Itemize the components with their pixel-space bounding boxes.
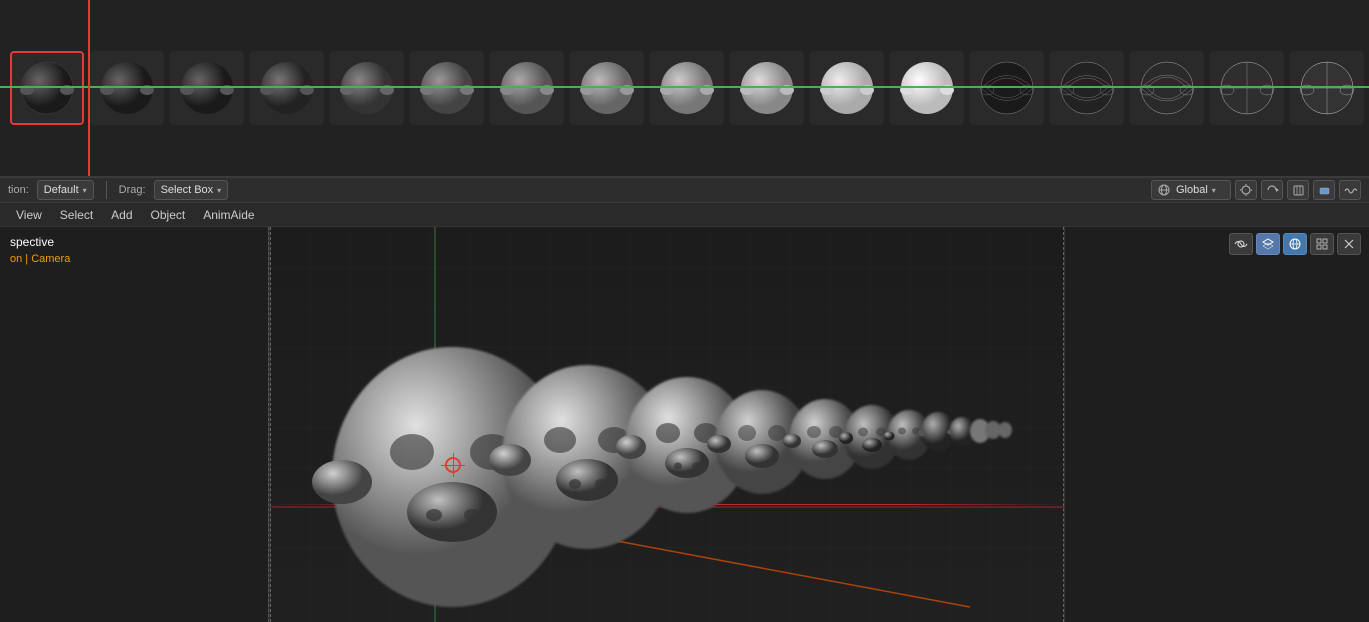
close-icon-btn[interactable] (1337, 233, 1361, 255)
checkbox-icon-btn[interactable] (1313, 180, 1335, 200)
rotate-icon-btn[interactable] (1261, 180, 1283, 200)
grid-icon (1315, 237, 1329, 251)
thumb-6[interactable] (410, 51, 484, 125)
cursor-icon (1240, 184, 1253, 197)
render-icon (1234, 237, 1248, 251)
rotate-icon (1266, 184, 1279, 197)
menu-add[interactable]: Add (103, 206, 140, 224)
cursor-icon-btn[interactable] (1235, 180, 1257, 200)
thumb-7[interactable] (490, 51, 564, 125)
left-panel-border (268, 227, 269, 622)
pin-icon (1292, 184, 1305, 197)
thumb-10[interactable] (730, 51, 804, 125)
drag-dropdown-arrow: ▾ (217, 186, 221, 195)
wave-icon (1344, 184, 1357, 197)
thumb-13[interactable] (970, 51, 1044, 125)
3d-cursor (445, 457, 461, 473)
thumb-17[interactable] (1290, 51, 1364, 125)
menubar: View Select Add Object AnimAide (0, 203, 1369, 227)
viewport-perspective-label: spective (10, 235, 54, 249)
grid-icon-btn[interactable] (1310, 233, 1334, 255)
render-icon-btn[interactable] (1229, 233, 1253, 255)
viewport-left-border (270, 227, 271, 622)
toolbar: tion: Default ▾ Drag: Select Box ▾ Globa… (0, 178, 1369, 203)
global-icon (1158, 184, 1170, 196)
mode-dropdown-arrow: ▾ (83, 186, 87, 195)
right-panel-toolbar (1229, 233, 1361, 255)
menu-animaide[interactable]: AnimAide (195, 206, 262, 224)
toolbar-separator-1 (106, 181, 107, 199)
timeline-strip[interactable] (0, 0, 1369, 178)
menu-view[interactable]: View (8, 206, 50, 224)
globe-icon (1288, 237, 1302, 251)
thumb-8[interactable] (570, 51, 644, 125)
close-icon (1342, 237, 1356, 251)
thumb-9[interactable] (650, 51, 724, 125)
thumb-11[interactable] (810, 51, 884, 125)
global-dropdown[interactable]: Global ▾ (1151, 180, 1231, 200)
left-grid (0, 227, 269, 622)
globe-icon-btn[interactable] (1283, 233, 1307, 255)
thumb-3[interactable] (170, 51, 244, 125)
pin-icon-btn[interactable] (1287, 180, 1309, 200)
drag-dropdown[interactable]: Select Box ▾ (154, 180, 229, 200)
left-panel-bg: spective on | Camera (0, 227, 269, 622)
timeline-playhead (88, 0, 90, 176)
menu-select[interactable]: Select (52, 206, 101, 224)
mode-dropdown[interactable]: Default ▾ (37, 180, 94, 200)
thumb-12[interactable] (890, 51, 964, 125)
menu-object[interactable]: Object (143, 206, 194, 224)
layers-icon-btn[interactable] (1256, 233, 1280, 255)
layers-icon (1261, 237, 1275, 251)
main-area: spective on | Camera (0, 227, 1369, 622)
thumb-16[interactable] (1210, 51, 1284, 125)
thumb-15[interactable] (1130, 51, 1204, 125)
drag-label: Drag: (119, 184, 146, 196)
thumb-14[interactable] (1050, 51, 1124, 125)
checkbox-icon (1318, 184, 1331, 197)
global-dropdown-arrow: ▾ (1212, 186, 1216, 195)
thumb-5[interactable] (330, 51, 404, 125)
monkey-sequence-svg (270, 227, 1064, 622)
viewport-main[interactable] (270, 227, 1064, 622)
viewport-camera-label: on | Camera (10, 253, 70, 265)
thumb-4[interactable] (250, 51, 324, 125)
wave-icon-btn[interactable] (1339, 180, 1361, 200)
right-panel[interactable] (1064, 227, 1369, 622)
timeline-green-bar (0, 86, 1369, 88)
thumb-1[interactable] (10, 51, 84, 125)
right-grid (1065, 227, 1369, 622)
mode-label: tion: (8, 184, 29, 196)
scene-container (270, 227, 1064, 622)
left-panel[interactable]: spective on | Camera (0, 227, 270, 622)
timeline-thumbnails (0, 0, 1369, 176)
thumb-2[interactable] (90, 51, 164, 125)
